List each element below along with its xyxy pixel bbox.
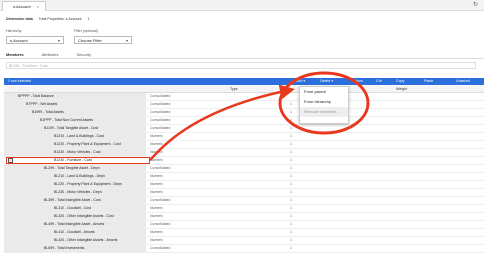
annotation-overlay (149, 71, 370, 161)
circle-annotation (278, 71, 370, 135)
arrow-annotation (149, 84, 295, 161)
